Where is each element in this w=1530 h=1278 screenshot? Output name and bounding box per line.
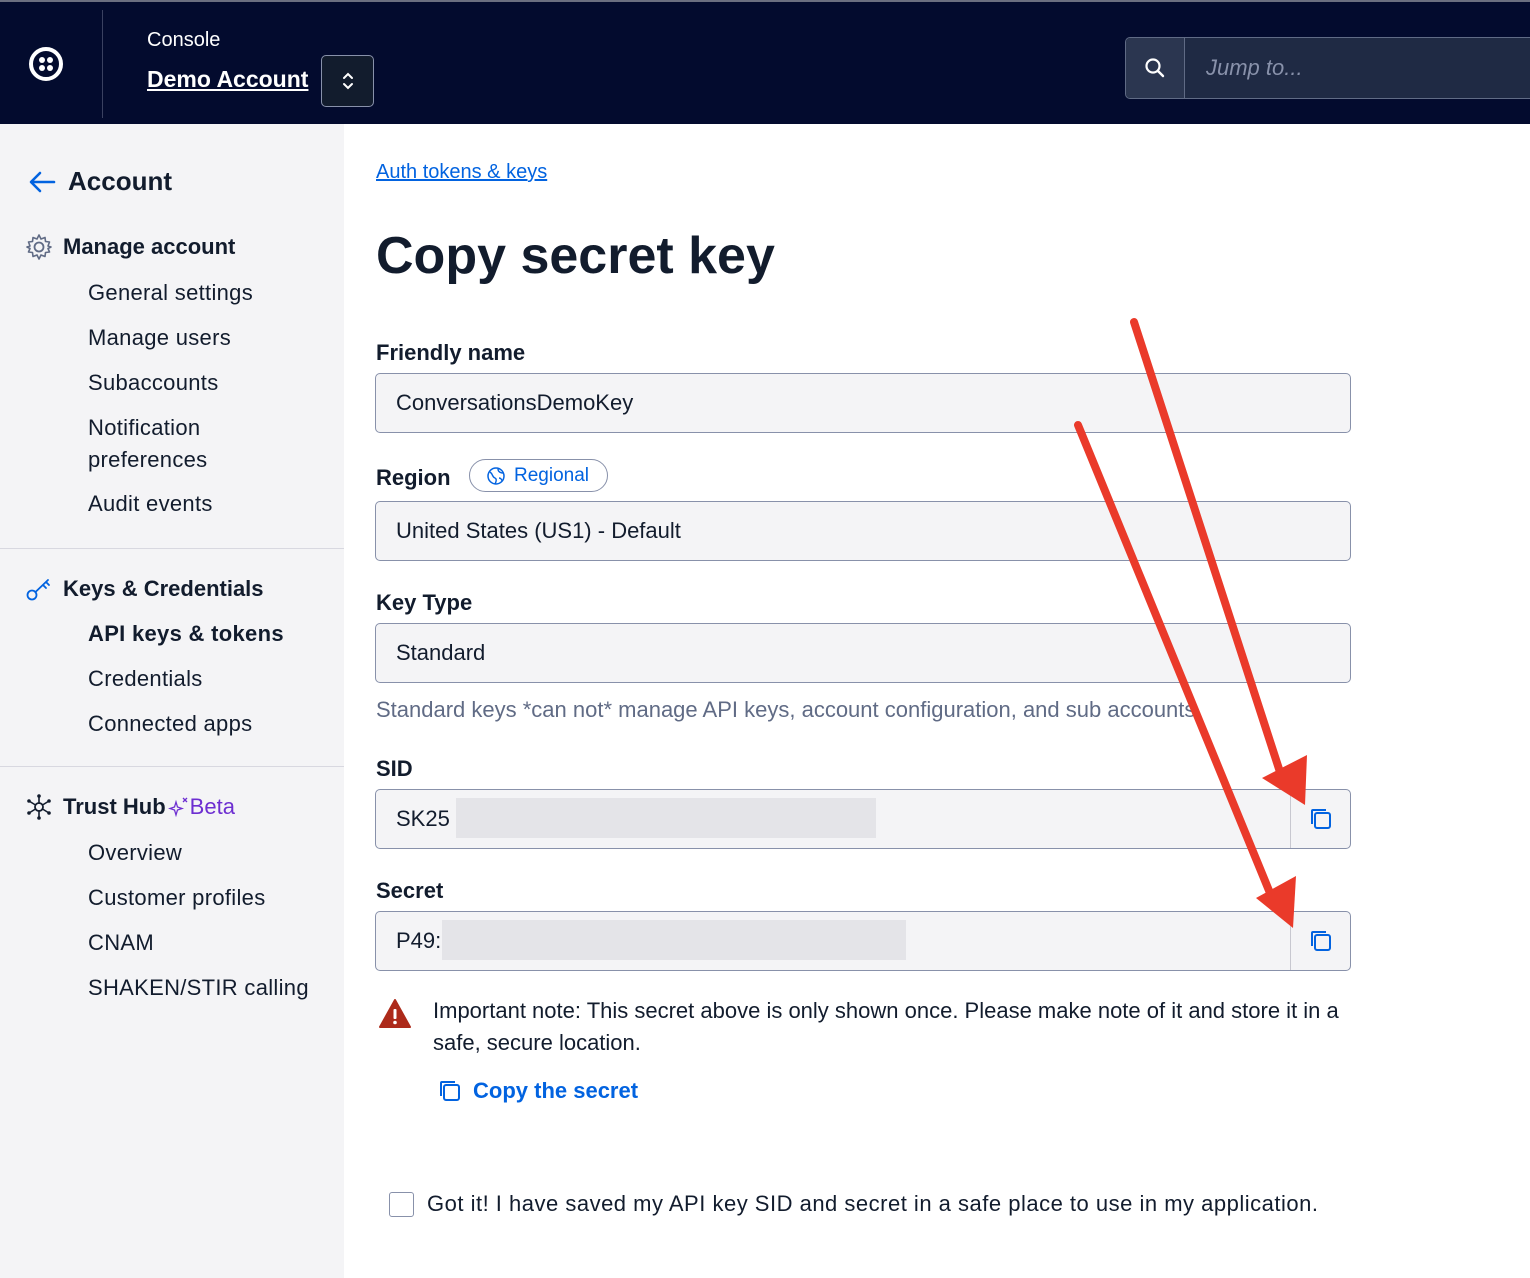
globe-icon bbox=[487, 466, 505, 485]
account-name-link[interactable]: Demo Account bbox=[147, 66, 308, 93]
sparkle-icon bbox=[167, 797, 188, 818]
secret-label: Secret bbox=[376, 878, 444, 903]
breadcrumb-auth-tokens-keys[interactable]: Auth tokens & keys bbox=[376, 161, 547, 184]
key-type-help-text: Standard keys *can not* manage API keys,… bbox=[376, 697, 1202, 722]
search-icon bbox=[1145, 58, 1165, 78]
jump-to-search bbox=[1125, 37, 1530, 99]
sidebar-item-credentials[interactable]: Credentials bbox=[88, 663, 203, 695]
warning-icon bbox=[379, 999, 411, 1028]
sidebar-back-title: Account bbox=[68, 166, 172, 196]
copy-the-secret-link[interactable]: Copy the secret bbox=[437, 1078, 638, 1104]
secret-value: P49: bbox=[396, 928, 442, 953]
page-title: Copy secret key bbox=[376, 227, 775, 285]
sidebar-item-subaccounts[interactable]: Subaccounts bbox=[88, 367, 219, 399]
sidebar-item-general-settings[interactable]: General settings bbox=[88, 277, 253, 309]
account-switcher-button[interactable] bbox=[321, 55, 374, 107]
sidebar-item-overview[interactable]: Overview bbox=[88, 837, 182, 869]
secret-field[interactable]: P49: bbox=[375, 911, 1351, 971]
console-label: Console bbox=[147, 29, 221, 51]
trust-hub-icon bbox=[27, 794, 51, 820]
sidebar-item-customer-profiles[interactable]: Customer profiles bbox=[88, 882, 266, 914]
sidebar-item-audit-events[interactable]: Audit events bbox=[88, 488, 213, 520]
key-type-value: Standard bbox=[396, 640, 486, 665]
top-bar: Console Demo Account bbox=[0, 0, 1530, 124]
copy-secret-button[interactable] bbox=[1290, 912, 1350, 970]
gear-icon bbox=[26, 234, 52, 260]
copy-the-secret-label: Copy the secret bbox=[473, 1078, 639, 1103]
region-label: Region bbox=[376, 465, 451, 490]
friendly-name-value: ConversationsDemoKey bbox=[396, 390, 634, 415]
sidebar-item-connected-apps[interactable]: Connected apps bbox=[88, 708, 252, 740]
acknowledge-checkbox[interactable] bbox=[389, 1191, 414, 1217]
sid-field[interactable]: SK25 bbox=[375, 789, 1351, 849]
sidebar-divider bbox=[0, 548, 344, 549]
key-type-field[interactable]: Standard bbox=[375, 623, 1351, 683]
sid-label: SID bbox=[376, 756, 413, 781]
sidebar-section-label: Manage account bbox=[63, 234, 236, 259]
friendly-name-label: Friendly name bbox=[376, 340, 526, 365]
copy-icon bbox=[1310, 809, 1331, 829]
sidebar-item-notification-preferences[interactable]: Notification preferences bbox=[88, 412, 248, 476]
region-value: United States (US1) - Default bbox=[396, 518, 681, 543]
sidebar-section-label: Trust Hub bbox=[63, 794, 166, 819]
acknowledge-label[interactable]: Got it! I have saved my API key SID and … bbox=[427, 1191, 1318, 1217]
twilio-logo[interactable] bbox=[29, 47, 63, 81]
search-input[interactable] bbox=[1186, 38, 1530, 98]
sidebar-item-manage-users[interactable]: Manage users bbox=[88, 322, 231, 354]
sidebar-item-api-keys-tokens[interactable]: API keys & tokens bbox=[88, 618, 284, 650]
sidebar-section-label: Keys & Credentials bbox=[63, 576, 264, 601]
chevron-up-down-icon bbox=[342, 72, 353, 90]
arrow-left-icon bbox=[29, 171, 56, 192]
sidebar-divider bbox=[0, 766, 344, 767]
copy-icon bbox=[1310, 931, 1331, 951]
sidebar-item-shaken-stir-calling[interactable]: SHAKEN/STIR calling bbox=[88, 972, 309, 1004]
redaction-mask bbox=[442, 920, 906, 960]
copy-sid-button[interactable] bbox=[1290, 790, 1350, 848]
sidebar-section-manage-account[interactable]: Manage account bbox=[24, 232, 235, 262]
key-type-label: Key Type bbox=[376, 590, 473, 615]
regional-badge-label: Regional bbox=[514, 464, 589, 486]
sidebar-section-trust-hub[interactable]: Trust Hub Beta bbox=[24, 792, 235, 822]
important-note: Important note: This secret above is onl… bbox=[433, 998, 1339, 1055]
sidebar-section-keys-credentials[interactable]: Keys & Credentials bbox=[24, 574, 264, 604]
sidebar: Account Manage account General settings … bbox=[0, 124, 344, 1278]
back-to-account-link[interactable]: Account bbox=[28, 166, 172, 197]
search-button[interactable] bbox=[1126, 38, 1185, 98]
beta-badge: Beta bbox=[167, 794, 235, 820]
acknowledge-row[interactable]: Got it! I have saved my API key SID and … bbox=[389, 1191, 1318, 1217]
sidebar-item-cnam[interactable]: CNAM bbox=[88, 927, 154, 959]
region-field[interactable]: United States (US1) - Default bbox=[375, 501, 1351, 561]
key-icon bbox=[26, 579, 50, 601]
friendly-name-field[interactable]: ConversationsDemoKey bbox=[375, 373, 1351, 433]
redaction-mask bbox=[456, 798, 876, 838]
sid-value: SK25 bbox=[396, 806, 450, 831]
regional-badge: Regional bbox=[469, 459, 608, 492]
header-divider bbox=[102, 10, 103, 118]
beta-label: Beta bbox=[189, 794, 235, 819]
copy-icon bbox=[440, 1081, 460, 1101]
